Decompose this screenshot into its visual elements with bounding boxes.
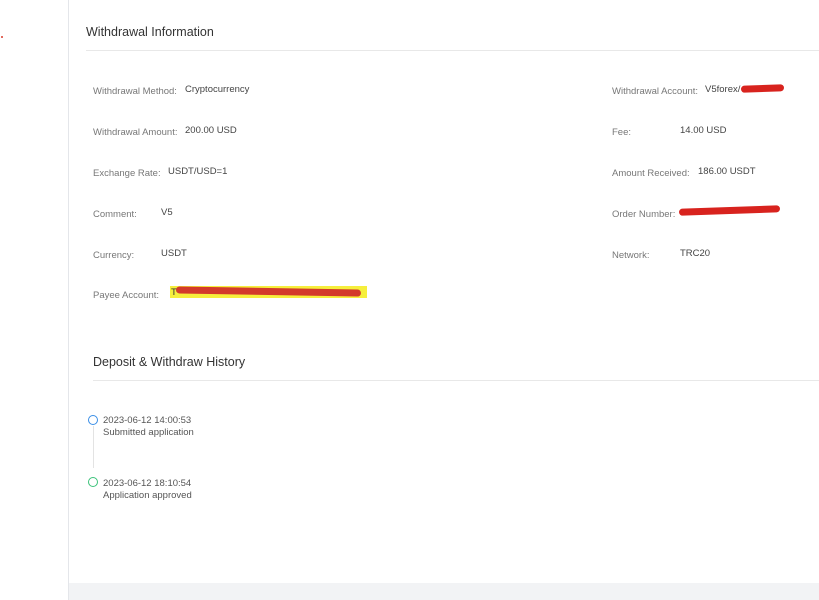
timeline-time: 2023-06-12 18:10:54 bbox=[103, 478, 192, 489]
field-value: TRC20 bbox=[680, 248, 711, 259]
page: Withdrawal Information Withdrawal Method… bbox=[0, 0, 819, 600]
timeline-description: Application approved bbox=[103, 490, 192, 501]
withdrawal-detail-card: Withdrawal Information Withdrawal Method… bbox=[69, 0, 819, 583]
field-fee: Fee: 14.00 USD bbox=[612, 125, 726, 138]
field-exchange-rate: Exchange Rate: USDT/USD=1 bbox=[93, 166, 227, 179]
field-comment: Comment: V5 bbox=[93, 207, 173, 220]
order-number-redaction bbox=[678, 205, 781, 216]
field-withdrawal-method: Withdrawal Method: Cryptocurrency bbox=[93, 84, 249, 97]
field-value: USDT bbox=[161, 248, 187, 259]
field-label: Currency: bbox=[93, 250, 135, 261]
timeline-node-icon bbox=[88, 415, 98, 425]
field-value: Cryptocurrency bbox=[185, 84, 250, 95]
field-label: Amount Received: bbox=[612, 168, 690, 179]
withdrawal-info-title: Withdrawal Information bbox=[86, 25, 214, 39]
field-label: Network: bbox=[612, 250, 650, 261]
field-withdrawal-account: Withdrawal Account: V5forex/ bbox=[612, 84, 740, 97]
field-label: Withdrawal Amount: bbox=[93, 127, 178, 138]
timeline-description: Submitted application bbox=[103, 427, 194, 438]
field-value: 186.00 USDT bbox=[698, 166, 756, 177]
withdrawal-account-redaction bbox=[740, 84, 785, 93]
field-label: Exchange Rate: bbox=[93, 168, 161, 179]
field-label: Comment: bbox=[93, 209, 137, 220]
section-divider bbox=[86, 50, 819, 51]
field-currency: Currency: USDT bbox=[93, 248, 187, 261]
field-value: USDT/USD=1 bbox=[168, 166, 228, 177]
field-amount-received: Amount Received: 186.00 USDT bbox=[612, 166, 756, 179]
section-divider bbox=[93, 380, 819, 381]
field-value: V5forex/ bbox=[705, 84, 741, 95]
timeline-time: 2023-06-12 14:00:53 bbox=[103, 415, 192, 426]
field-label: Fee: bbox=[612, 127, 632, 138]
left-sidebar bbox=[0, 0, 69, 600]
field-withdrawal-amount: Withdrawal Amount: 200.00 USD bbox=[93, 125, 237, 138]
timeline-node-icon bbox=[88, 477, 98, 487]
field-value: V5 bbox=[161, 207, 173, 218]
timeline-connector bbox=[93, 426, 94, 468]
history-title: Deposit & Withdraw History bbox=[93, 355, 246, 369]
field-order-number: Order Number: bbox=[612, 209, 675, 220]
field-label: Order Number: bbox=[612, 209, 676, 220]
field-payee-account: Payee Account: bbox=[93, 290, 159, 301]
field-label: Withdrawal Account: bbox=[612, 86, 699, 97]
field-label: Payee Account: bbox=[93, 290, 160, 301]
field-network: Network: TRC20 bbox=[612, 248, 710, 261]
field-value: 200.00 USD bbox=[185, 125, 237, 136]
field-label: Withdrawal Method: bbox=[93, 86, 177, 97]
field-value: 14.00 USD bbox=[680, 125, 727, 136]
sidebar-indicator-dot bbox=[1, 36, 3, 38]
